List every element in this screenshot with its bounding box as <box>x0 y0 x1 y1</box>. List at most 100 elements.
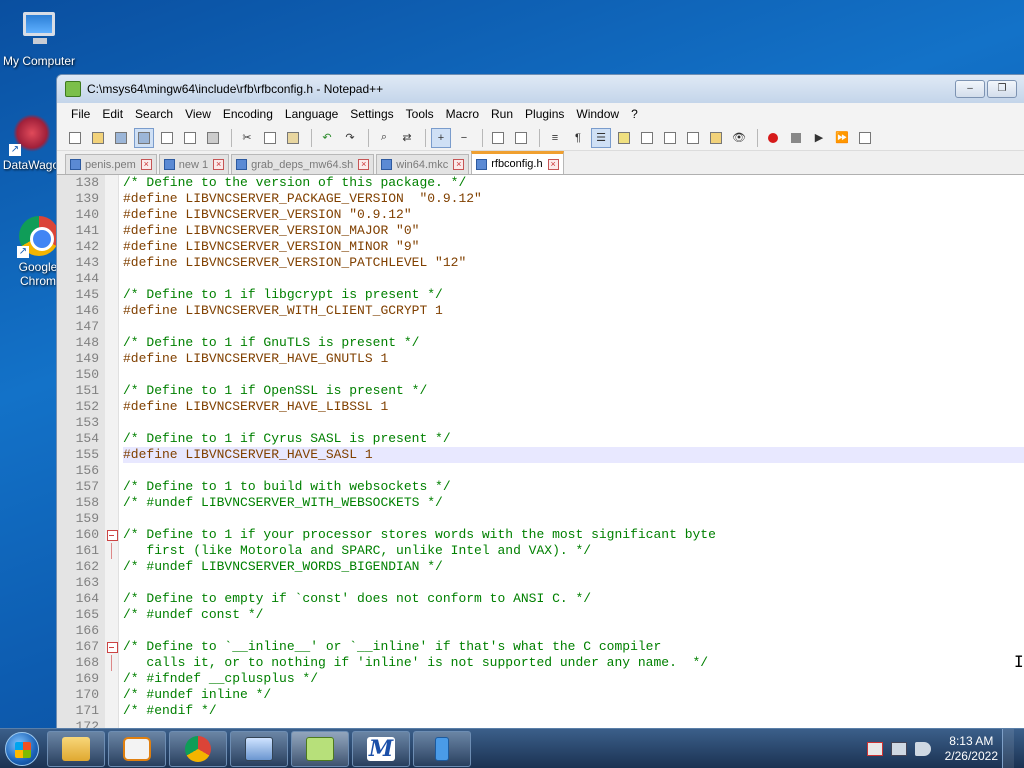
close-tab-icon[interactable]: × <box>453 159 465 170</box>
open-file-icon[interactable] <box>88 128 108 148</box>
menu-item[interactable]: Encoding <box>217 107 279 121</box>
menu-item[interactable]: View <box>179 107 217 121</box>
title-bar[interactable]: C:\msys64\mingw64\include\rfb\rfbconfig.… <box>57 75 1024 103</box>
fold-margin[interactable] <box>105 175 119 733</box>
monitoring-icon[interactable]: 👁 <box>729 128 749 148</box>
folder-workspace-icon[interactable] <box>706 128 726 148</box>
code-line[interactable] <box>123 463 1024 479</box>
fold-toggle-icon[interactable] <box>105 639 118 655</box>
indent-guide-icon[interactable]: ☰ <box>591 127 611 148</box>
code-line[interactable]: /* #endif */ <box>123 703 1024 719</box>
save-all-icon[interactable] <box>134 127 154 148</box>
code-line[interactable]: /* #undef LIBVNCSERVER_WORDS_BIGENDIAN *… <box>123 559 1024 575</box>
usb-task-button[interactable] <box>413 730 471 767</box>
find-icon[interactable]: ⌕ <box>374 128 394 148</box>
code-line[interactable]: #define LIBVNCSERVER_PACKAGE_VERSION "0.… <box>123 191 1024 207</box>
code-line[interactable]: /* Define to 1 if your processor stores … <box>123 527 1024 543</box>
code-line[interactable]: #define LIBVNCSERVER_VERSION_PATCHLEVEL … <box>123 255 1024 271</box>
code-line[interactable] <box>123 319 1024 335</box>
paste-icon[interactable] <box>283 128 303 148</box>
file-tab[interactable]: win64.mkc × <box>376 154 470 174</box>
function-list-icon[interactable] <box>683 128 703 148</box>
menu-item[interactable]: Window <box>570 107 625 121</box>
code-line[interactable] <box>123 511 1024 527</box>
chrome-task-button[interactable] <box>169 730 227 767</box>
remote-desktop-task-button[interactable] <box>230 730 288 767</box>
menu-item[interactable]: Plugins <box>519 107 570 121</box>
code-line[interactable]: /* #undef const */ <box>123 607 1024 623</box>
file-tab[interactable]: grab_deps_mw64.sh × <box>231 154 375 174</box>
code-line[interactable]: /* Define to 1 to build with websockets … <box>123 479 1024 495</box>
file-tab[interactable]: rfbconfig.h × <box>471 151 564 174</box>
code-line[interactable]: #define LIBVNCSERVER_HAVE_GNUTLS 1 <box>123 351 1024 367</box>
code-line[interactable]: /* Define to `__inline__' or `__inline' … <box>123 639 1024 655</box>
code-line[interactable]: /* Define to the version of this package… <box>123 175 1024 191</box>
menu-item[interactable]: Tools <box>400 107 440 121</box>
code-editor[interactable]: 138 139 140 141 142 143 144 145 146 147 148 149 150 1… <box>57 175 1024 733</box>
macro-run-multiple-icon[interactable]: ⏩ <box>832 128 852 148</box>
new-file-icon[interactable] <box>65 128 85 148</box>
code-line[interactable]: #define LIBVNCSERVER_VERSION_MAJOR "0" <box>123 223 1024 239</box>
menu-item[interactable]: Settings <box>344 107 399 121</box>
file-tab[interactable]: penis.pem × <box>65 154 157 174</box>
macro-save-icon[interactable] <box>855 128 875 148</box>
code-line[interactable]: /* Define to 1 if OpenSSL is present */ <box>123 383 1024 399</box>
volume-icon[interactable] <box>914 741 931 756</box>
menu-item[interactable]: ? <box>625 107 644 121</box>
udl-icon[interactable] <box>614 128 634 148</box>
code-line[interactable]: calls it, or to nothing if 'inline' is n… <box>123 655 1024 671</box>
zoom-in-icon[interactable]: + <box>431 127 451 148</box>
sync-horizontal-icon[interactable] <box>511 128 531 148</box>
code-line[interactable]: #define LIBVNCSERVER_HAVE_SASL 1 <box>123 447 1024 463</box>
file-tab[interactable]: new 1 × <box>158 154 230 174</box>
macro-play-icon[interactable]: ▶ <box>809 128 829 148</box>
undo-icon[interactable]: ↶ <box>317 128 337 148</box>
code-line[interactable] <box>123 623 1024 639</box>
code-line[interactable] <box>123 575 1024 591</box>
code-line[interactable]: /* Define to 1 if GnuTLS is present */ <box>123 335 1024 351</box>
close-tab-icon[interactable]: × <box>140 159 152 170</box>
menu-item[interactable]: Macro <box>440 107 485 121</box>
menu-item[interactable]: Run <box>485 107 519 121</box>
replace-icon[interactable]: ⇄ <box>397 128 417 148</box>
sync-vertical-icon[interactable] <box>488 128 508 148</box>
show-all-chars-icon[interactable]: ¶ <box>568 128 588 148</box>
my-computer-desktop-icon[interactable]: My Computer <box>0 8 78 68</box>
code-line[interactable]: first (like Motorola and SPARC, unlike I… <box>123 543 1024 559</box>
close-tab-icon[interactable]: × <box>358 159 370 170</box>
fold-toggle-icon[interactable] <box>105 527 118 543</box>
code-line[interactable]: /* #undef LIBVNCSERVER_WITH_WEBSOCKETS *… <box>123 495 1024 511</box>
close-tab-icon[interactable]: × <box>547 158 559 170</box>
close-tab-icon[interactable]: × <box>213 159 225 170</box>
code-line[interactable] <box>123 367 1024 383</box>
restore-button[interactable]: ❐ <box>987 80 1017 98</box>
print-icon[interactable] <box>203 128 223 148</box>
network-icon[interactable] <box>890 741 907 756</box>
menu-item[interactable]: Edit <box>96 107 129 121</box>
code-line[interactable]: /* #ifndef __cplusplus */ <box>123 671 1024 687</box>
menu-item[interactable]: File <box>65 107 96 121</box>
code-line[interactable]: /* #undef inline */ <box>123 687 1024 703</box>
code-line[interactable]: #define LIBVNCSERVER_VERSION "0.9.12" <box>123 207 1024 223</box>
explorer-task-button[interactable] <box>47 730 105 767</box>
close-file-icon[interactable] <box>157 128 177 148</box>
doc-list-icon[interactable] <box>660 128 680 148</box>
code-line[interactable]: /* Define to 1 if Cyrus SASL is present … <box>123 431 1024 447</box>
macro-stop-icon[interactable] <box>786 128 806 148</box>
menu-item[interactable]: Language <box>279 107 344 121</box>
code-lines[interactable]: /* Define to the version of this package… <box>119 175 1024 733</box>
close-all-icon[interactable] <box>180 128 200 148</box>
start-button[interactable] <box>0 729 44 768</box>
doc-map-icon[interactable] <box>637 128 657 148</box>
clock[interactable]: 8:13 AM 2/26/2022 <box>945 734 998 764</box>
copy-icon[interactable] <box>260 128 280 148</box>
save-icon[interactable] <box>111 128 131 148</box>
msys-task-button[interactable]: M <box>352 730 410 767</box>
cut-icon[interactable]: ✂ <box>237 128 257 148</box>
code-line[interactable] <box>123 415 1024 431</box>
zoom-out-icon[interactable]: − <box>454 128 474 148</box>
media-player-task-button[interactable] <box>108 730 166 767</box>
redo-icon[interactable]: ↷ <box>340 128 360 148</box>
code-line[interactable]: #define LIBVNCSERVER_VERSION_MINOR "9" <box>123 239 1024 255</box>
code-line[interactable]: #define LIBVNCSERVER_WITH_CLIENT_GCRYPT … <box>123 303 1024 319</box>
